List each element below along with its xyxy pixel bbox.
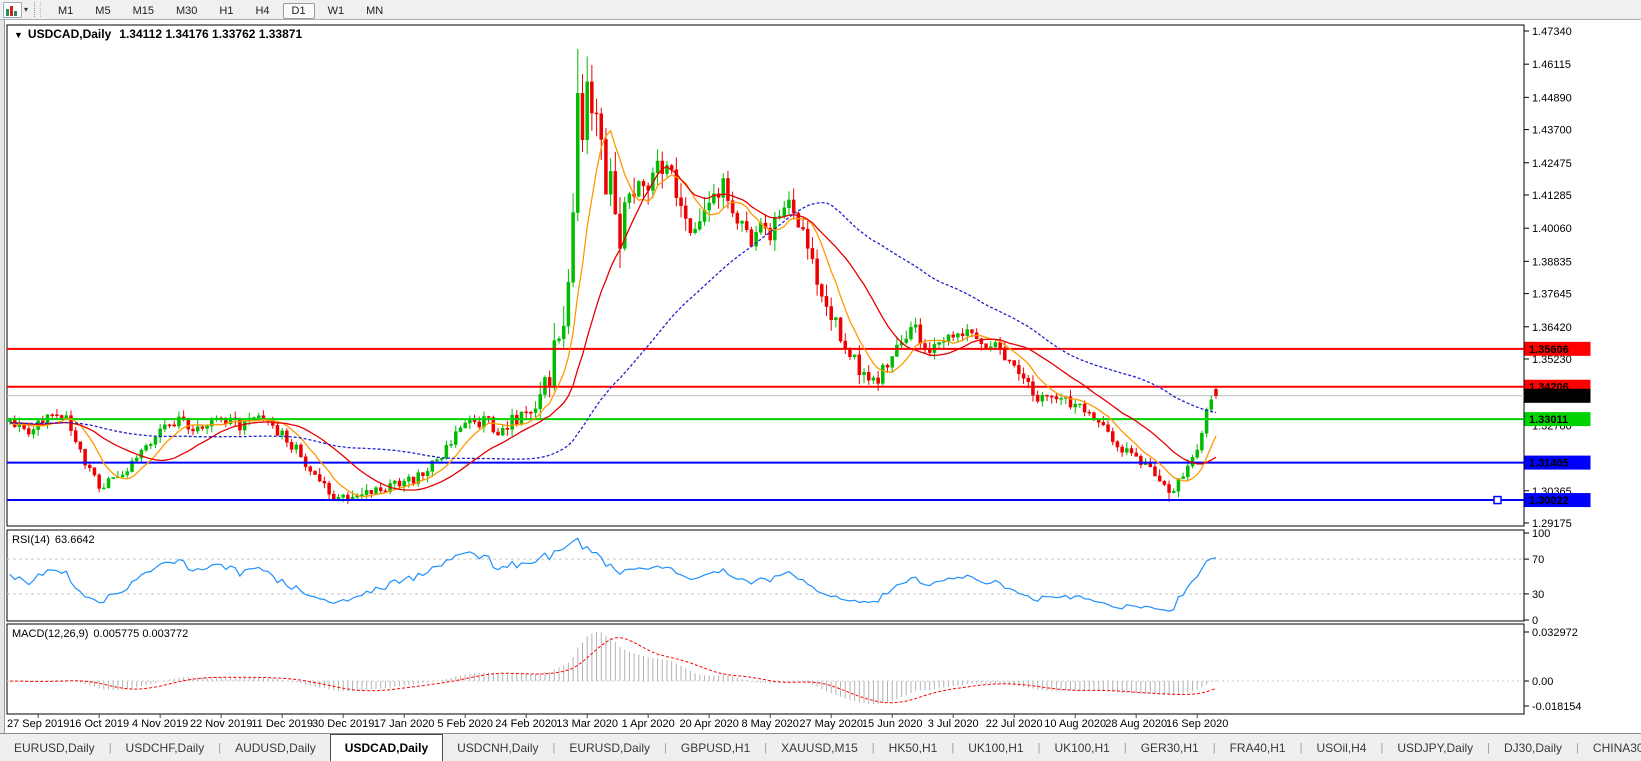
price-tick-label: 1.38835 (1532, 256, 1572, 268)
date-tick-label: 22 Jul 2020 (986, 718, 1043, 730)
date-tick-label: 20 Apr 2020 (680, 718, 739, 730)
rsi-level-label: 0 (1532, 615, 1538, 627)
price-tick-label: 1.37645 (1532, 289, 1572, 301)
tab-eurusd-daily[interactable]: EURUSD,Daily (0, 734, 109, 761)
date-tick-label: 28 Aug 2020 (1105, 718, 1167, 730)
date-tick-label: 15 Jun 2020 (862, 718, 923, 730)
rsi-level-label: 70 (1532, 554, 1544, 566)
date-axis: 27 Sep 201916 Oct 20194 Nov 201922 Nov 2… (7, 714, 1228, 730)
rsi-level-label: 100 (1532, 528, 1550, 540)
svg-text:1.30022: 1.30022 (1529, 495, 1569, 507)
price-tick-label: 1.44890 (1532, 92, 1572, 104)
timeframe-m15[interactable]: M15 (124, 3, 163, 19)
price-tick-label: 1.43700 (1532, 125, 1572, 137)
rsi-level-label: 30 (1532, 589, 1544, 601)
tab-usdchf-daily[interactable]: USDCHF,Daily (112, 734, 219, 761)
date-tick-label: 8 May 2020 (741, 718, 798, 730)
price-badge-1.31405: 1.31405 (1525, 456, 1591, 470)
date-tick-label: 11 Dec 2019 (251, 718, 313, 730)
tab-uk100-h1[interactable]: UK100,H1 (1040, 734, 1123, 761)
price-badge-1.33011: 1.33011 (1525, 412, 1591, 426)
chart-tab-bar: EURUSD,Daily|USDCHF,Daily|AUDUSD,DailyUS… (0, 733, 1641, 761)
price-tick-label: 1.42475 (1532, 158, 1572, 170)
tab-usoil-h4[interactable]: USOil,H4 (1302, 734, 1380, 761)
tab-usdcnh-daily[interactable]: USDCNH,Daily (443, 734, 552, 761)
chart-canvas[interactable]: 1.47340 1.46115 1.44890 1.43700 1.42475 1.412… (0, 0, 1641, 733)
price-badge-1.33871: 1.33871 (1525, 389, 1591, 403)
chart-type-icon[interactable] (3, 2, 22, 18)
tab-gbpusd-h1[interactable]: GBPUSD,H1 (667, 734, 764, 761)
svg-text:1.33011: 1.33011 (1529, 414, 1568, 426)
top-toolbar: ▾ M1M5 M15M30H1H4 D1W1MN (0, 0, 1641, 20)
tab-uk100-h1[interactable]: UK100,H1 (954, 734, 1037, 761)
date-tick-label: 13 Mar 2020 (556, 718, 618, 730)
date-tick-label: 4 Nov 2019 (132, 718, 188, 730)
svg-text:1.31405: 1.31405 (1529, 458, 1569, 470)
price-badge-1.35606: 1.35606 (1525, 342, 1591, 356)
price-tick-label: 1.40060 (1532, 223, 1572, 235)
price-tick-label: 1.46115 (1532, 59, 1571, 71)
macd-pane (7, 624, 1524, 714)
date-tick-label: 27 May 2020 (799, 718, 863, 730)
tab-usdcad-daily[interactable]: USDCAD,Daily (330, 734, 443, 761)
date-tick-label: 3 Jul 2020 (928, 718, 979, 730)
timeframe-m1[interactable]: M1 (49, 3, 82, 19)
hline-drag-handle[interactable] (1494, 497, 1501, 504)
timeframe-w1[interactable]: W1 (319, 3, 354, 19)
price-tick-label: 1.47340 (1532, 26, 1572, 38)
tab-eurusd-daily[interactable]: EURUSD,Daily (555, 734, 664, 761)
timeframe-h4[interactable]: H4 (246, 3, 278, 19)
date-tick-label: 5 Feb 2020 (437, 718, 493, 730)
macd-axis-label: -0.018154 (1532, 701, 1582, 713)
tab-dj30-daily[interactable]: DJ30,Daily (1490, 734, 1576, 761)
timeframe-m5[interactable]: M5 (86, 3, 119, 19)
svg-text:1.33871: 1.33871 (1529, 391, 1569, 403)
tab-hk50-h1[interactable]: HK50,H1 (875, 734, 952, 761)
date-tick-label: 24 Feb 2020 (495, 718, 557, 730)
price-tick-label: 1.36420 (1532, 322, 1572, 334)
date-tick-label: 16 Oct 2019 (69, 718, 129, 730)
toolbar-grip[interactable] (34, 2, 41, 17)
timeframe-mn[interactable]: MN (357, 3, 392, 19)
timeframe-d1[interactable]: D1 (283, 3, 315, 19)
tab-fra40-h1[interactable]: FRA40,H1 (1216, 734, 1300, 761)
main-price-pane (7, 25, 1524, 526)
tab-china300-h1[interactable]: CHINA300,H1 (1579, 734, 1641, 761)
timeframe-m30[interactable]: M30 (167, 3, 206, 19)
date-tick-label: 22 Nov 2019 (190, 718, 252, 730)
date-tick-label: 27 Sep 2019 (7, 718, 69, 730)
macd-axis-label: 0.00 (1532, 676, 1553, 688)
tab-xauusd-m15[interactable]: XAUUSD,M15 (767, 734, 872, 761)
rsi-pane (7, 530, 1524, 621)
tab-audusd-daily[interactable]: AUDUSD,Daily (221, 734, 330, 761)
timeframe-h1[interactable]: H1 (210, 3, 242, 19)
chart-dropdown-caret[interactable]: ▾ (24, 5, 28, 14)
date-tick-label: 1 Apr 2020 (622, 718, 675, 730)
price-tick-label: 1.41285 (1532, 190, 1572, 202)
timeframe-buttons: M1M5 M15M30H1H4 D1W1MN (47, 1, 394, 19)
date-tick-label: 30 Dec 2019 (312, 718, 374, 730)
date-tick-label: 17 Jan 2020 (374, 718, 435, 730)
svg-text:1.35606: 1.35606 (1529, 344, 1569, 356)
price-axis: 1.47340 1.46115 1.44890 1.43700 1.42475 1.412… (1524, 26, 1572, 530)
tab-usdjpy-daily[interactable]: USDJPY,Daily (1383, 734, 1487, 761)
date-tick-label: 16 Sep 2020 (1166, 718, 1228, 730)
date-tick-label: 10 Aug 2020 (1044, 718, 1106, 730)
price-badge-1.30022: 1.30022 (1525, 493, 1591, 507)
tab-ger30-h1[interactable]: GER30,H1 (1127, 734, 1213, 761)
macd-axis-label: 0.032972 (1532, 627, 1578, 639)
